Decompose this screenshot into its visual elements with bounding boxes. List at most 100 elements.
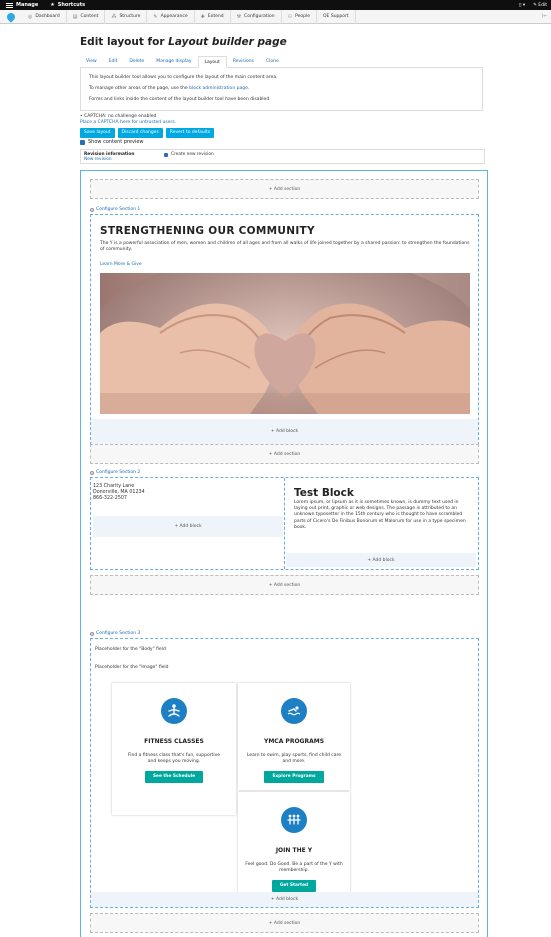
add-section-label: + Add section [268, 582, 301, 588]
hero-photo [100, 273, 470, 414]
checkbox-icon[interactable] [164, 152, 168, 157]
tab-view[interactable]: View [80, 56, 103, 68]
remove-section-icon[interactable]: × [90, 470, 94, 475]
configure-section-3-label: Configure Section 3 [96, 631, 141, 636]
menu-configuration-label: Configuration [244, 14, 275, 19]
tab-manage-display[interactable]: Manage display [150, 56, 197, 68]
add-block-label: + Add block [270, 429, 299, 434]
meditation-icon [161, 698, 187, 724]
add-section-label: + Add section [268, 186, 301, 192]
message-line-1: This layout builder tool allows you to c… [89, 75, 278, 80]
discard-changes-button[interactable]: Discard changes [117, 128, 163, 138]
card-title: YMCA PROGRAMS [263, 738, 325, 745]
test-block-body: Lorem ipsum, or lipsum as it is sometime… [294, 500, 466, 530]
edit-button[interactable]: ✎ Edit [533, 3, 547, 8]
image-field-placeholder: Placeholder for the "Image" field [95, 665, 169, 670]
captcha-info: • CAPTCHA: no challenge enabled Place a … [80, 114, 176, 125]
manage-button[interactable]: Manage [0, 0, 44, 10]
edit-label: Edit [538, 2, 547, 8]
content-icon: ▤ [72, 13, 78, 20]
structure-icon: ⁂ [111, 13, 117, 20]
menu-appearance[interactable]: ✎ Appearance [147, 9, 195, 24]
card-text: Learn to swim, play sports, find child c… [246, 753, 342, 764]
add-block-label: + Add block [174, 524, 202, 529]
save-layout-button[interactable]: Save layout [80, 128, 115, 138]
add-section-label: + Add section [268, 451, 301, 457]
menu-structure[interactable]: ⁂ Structure [105, 9, 148, 24]
menu-content[interactable]: ▤ Content [67, 9, 106, 24]
tab-clone[interactable]: Clone [260, 56, 285, 68]
message-line-2: To manage other areas of the page, use t… [89, 83, 474, 94]
revision-info-summary[interactable]: New revision [84, 157, 112, 162]
shortcuts-button[interactable]: ★ Shortcuts [44, 0, 91, 10]
card-text: Find a fitness class that's fun, support… [127, 753, 221, 764]
section-2: 123 Charity Lane Donorville, MA 01234 86… [90, 477, 479, 570]
get-started-button[interactable]: Get Started [271, 880, 317, 892]
add-block-button[interactable]: + Add block [286, 553, 476, 567]
card-text: Feel good. Do Good. Be a part of the Y w… [245, 862, 343, 873]
explore-programs-button[interactable]: Explore Programs [264, 771, 324, 783]
test-block-title: Test Block [294, 487, 354, 499]
captcha-status: • CAPTCHA: no challenge enabled [80, 114, 157, 119]
checkbox-icon[interactable] [80, 139, 85, 145]
configure-section-2-link[interactable]: × Configure Section 2 [90, 470, 140, 475]
user-icon[interactable]: ▯ ▾ [519, 3, 525, 8]
add-section-button[interactable]: + Add section [90, 575, 479, 595]
add-section-button[interactable]: + Add section [90, 179, 479, 199]
menu-configuration[interactable]: ⚒ Configuration [231, 9, 282, 24]
card-join-the-y: JOIN THE Y Feel good. Do Good. Be a part… [238, 792, 350, 892]
tab-revisions[interactable]: Revisions [227, 56, 260, 68]
add-section-button[interactable]: + Add section [90, 444, 479, 464]
tab-layout[interactable]: Layout [197, 56, 227, 68]
primary-tabs: View Edit Delete Manage display Layout R… [80, 56, 483, 68]
message-line-2-post: . [247, 86, 250, 91]
configure-section-2-label: Configure Section 2 [96, 470, 141, 475]
captcha-link[interactable]: Place a CAPTCHA here for untrusted users… [80, 120, 176, 126]
see-schedule-button[interactable]: See the Schedule [144, 771, 204, 783]
section-3: Placeholder for the "Body" field Placeho… [90, 638, 479, 908]
message-line-3: Forms and links inside the content of th… [89, 97, 271, 102]
page-title-node: Layout builder page [168, 36, 287, 48]
add-block-label: + Add block [367, 557, 395, 563]
configure-section-1-link[interactable]: × Configure Section 1 [90, 207, 140, 212]
revert-defaults-button[interactable]: Revert to defaults [165, 128, 215, 138]
add-block-button[interactable]: + Add block [93, 516, 283, 537]
menu-dashboard[interactable]: ◎ Dashboard [22, 9, 67, 24]
create-revision-checkbox[interactable]: Create new revision [164, 152, 214, 161]
add-block-button[interactable]: + Add block [91, 892, 478, 907]
admin-toolbar: Manage ★ Shortcuts ▯ ▾ ✎ Edit [0, 0, 551, 10]
card-ymca-programs: YMCA PROGRAMS Learn to swim, play sports… [238, 683, 350, 790]
configure-section-3-link[interactable]: × Configure Section 3 [90, 631, 140, 636]
phone-number: 866-322-2507 [93, 496, 127, 501]
hamburger-icon [6, 2, 13, 8]
tab-edit[interactable]: Edit [103, 56, 124, 68]
learn-more-link[interactable]: Learn More & Give [100, 262, 142, 267]
remove-section-icon[interactable]: × [90, 631, 94, 636]
add-section-button[interactable]: + Add section [90, 913, 479, 933]
add-section-label: + Add section [268, 920, 301, 926]
remove-section-icon[interactable]: × [90, 207, 94, 212]
menu-people[interactable]: ⚇ People [282, 9, 318, 24]
block-admin-link[interactable]: block administration page [189, 86, 248, 91]
section-heading: STRENGTHENING OUR COMMUNITY [100, 225, 315, 237]
contact-address: 123 Charity Lane Donorville, MA 01234 86… [93, 484, 145, 502]
tab-delete[interactable]: Delete [123, 56, 150, 68]
content-preview-label: Show content preview [88, 139, 144, 145]
swimmer-icon [281, 698, 307, 724]
body-field-placeholder: Placeholder for the "Body" field [95, 647, 166, 652]
content-preview-toggle[interactable]: Show content preview [80, 139, 144, 145]
tray-orientation-toggle[interactable]: |← [542, 14, 551, 19]
menu-appearance-label: Appearance [160, 14, 188, 19]
card-fitness-classes: FITNESS CLASSES Find a fitness class tha… [112, 683, 236, 815]
add-block-button[interactable]: + Add block [91, 419, 478, 444]
menu-dashboard-label: Dashboard [35, 14, 60, 19]
menu-extend[interactable]: ✚ Extend [195, 9, 231, 24]
section-body-text: The Y is a powerful association of men, … [100, 241, 470, 252]
drupal-logo-icon[interactable] [0, 10, 22, 24]
menu-oe-support[interactable]: OE Support [317, 9, 356, 24]
menu-oe-support-label: OE Support [323, 14, 349, 19]
menu-content-label: Content [80, 14, 99, 19]
manage-label: Manage [16, 2, 39, 8]
appearance-icon: ✎ [153, 13, 158, 20]
section-1: STRENGTHENING OUR COMMUNITY The Y is a p… [90, 214, 479, 445]
